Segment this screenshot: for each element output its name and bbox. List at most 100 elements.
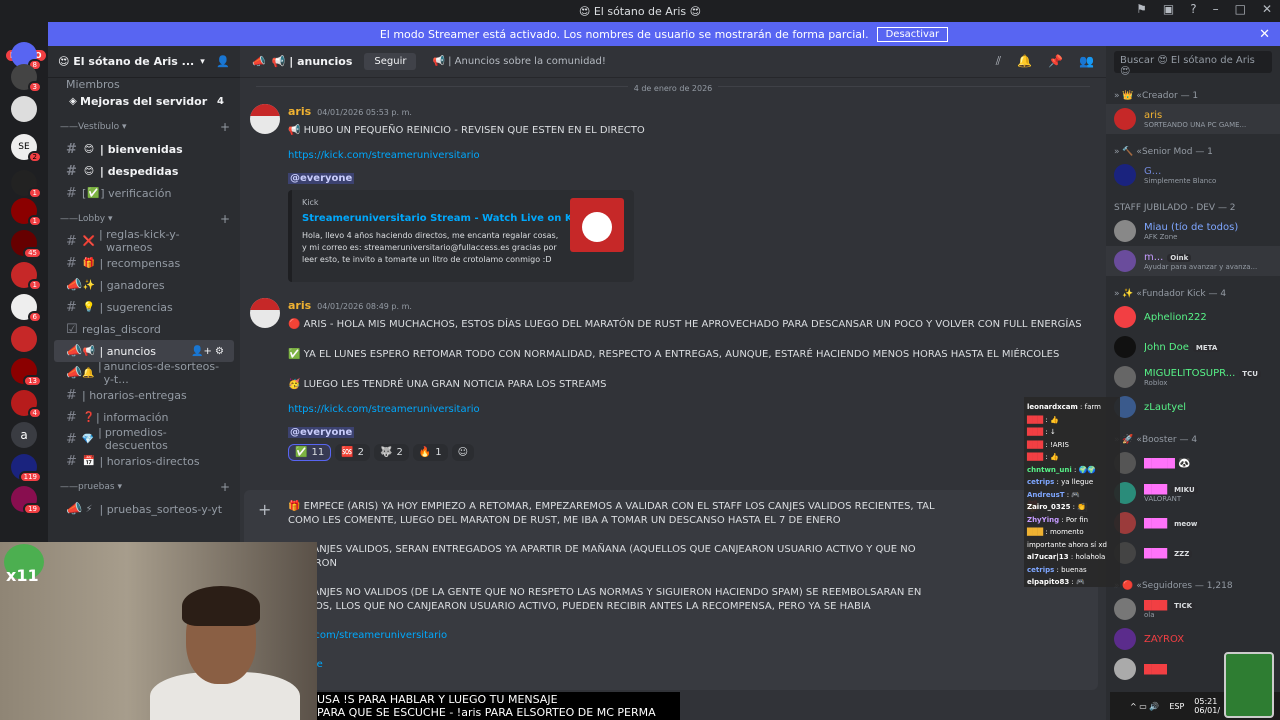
date-divider: 4 de enero de 2026 bbox=[256, 84, 1090, 101]
message-text: 🥳 LUEGO LES TENDRÉ UNA GRAN NOTICIA PARA… bbox=[288, 379, 607, 390]
member-item[interactable]: ███ ZZZ bbox=[1106, 538, 1280, 568]
close-window-button[interactable]: ✕ bbox=[1262, 2, 1272, 16]
channel-item[interactable]: #[✅] verificación bbox=[54, 182, 234, 204]
channel-item-active[interactable]: 📣 📢 | anuncios 👤+ ⚙ bbox=[54, 340, 234, 362]
server-icon[interactable]: 3 bbox=[11, 64, 42, 93]
server-icon[interactable]: 45 bbox=[11, 230, 42, 259]
server-icon[interactable]: 1 bbox=[11, 198, 42, 227]
server-icon[interactable]: 19 bbox=[11, 486, 42, 515]
language-indicator[interactable]: ESP bbox=[1169, 702, 1184, 711]
add-reaction-icon[interactable]: ☺ bbox=[451, 444, 475, 461]
member-item[interactable]: ███ meow bbox=[1106, 508, 1280, 538]
channel-item[interactable]: # | horarios-entregas bbox=[54, 384, 234, 406]
member-item[interactable]: ███ MIKU VALORANT bbox=[1106, 478, 1280, 508]
sidebar-item-boosts[interactable]: ◈ Mejoras del servidor 4 bbox=[54, 90, 234, 112]
channel-item[interactable]: # 😊 | despedidas bbox=[54, 160, 234, 182]
channel-item[interactable]: # 💡 | sugerencias bbox=[54, 296, 234, 318]
clock[interactable]: 05:21 06/01/ bbox=[1194, 697, 1220, 715]
follow-button[interactable]: Seguir bbox=[364, 53, 417, 70]
disable-streamer-button[interactable]: Desactivar bbox=[876, 26, 949, 42]
channel-item[interactable]: # 😊 | bienvenidas bbox=[54, 138, 234, 160]
channel-item[interactable]: 📣 ⚡ | pruebas_sorteos-y-yt bbox=[54, 498, 234, 520]
message-composer[interactable]: + 🎁 EMPECE (ARIS) YA HOY EMPIEZO A RETOM… bbox=[244, 490, 1098, 690]
category-vestibulo[interactable]: —— Vestíbulo ▾ + bbox=[48, 116, 240, 138]
embed-thumbnail[interactable] bbox=[570, 198, 624, 252]
channel-item[interactable]: # 🎁 | recompensas bbox=[54, 252, 234, 274]
avatar[interactable] bbox=[250, 104, 280, 134]
settings-icon[interactable]: 👤+ ⚙ bbox=[191, 346, 224, 357]
help-icon[interactable]: ? bbox=[1190, 2, 1196, 16]
member-item[interactable]: Miau (tío de todos) AFK Zone bbox=[1106, 216, 1280, 246]
avatar[interactable] bbox=[250, 298, 280, 328]
bell-icon[interactable]: 🔔 bbox=[1017, 54, 1032, 69]
invite-icon[interactable]: 👤 bbox=[216, 55, 230, 68]
channel-item[interactable]: 📣 ✨ | ganadores bbox=[54, 274, 234, 296]
server-icon[interactable] bbox=[11, 326, 37, 352]
reaction[interactable]: 🐺 2 bbox=[374, 444, 409, 461]
member-item[interactable]: m... Oink Ayudar para avanzar y avanza... bbox=[1106, 246, 1280, 276]
search-input[interactable]: Buscar 😍 El sótano de Aris 😍 bbox=[1114, 51, 1272, 77]
avatar bbox=[1114, 220, 1136, 242]
server-header[interactable]: 😍 El sótano de Aris ... ▾ 👤 bbox=[48, 46, 240, 78]
server-icon[interactable]: 6 bbox=[11, 294, 42, 323]
add-channel-icon[interactable]: + bbox=[220, 120, 230, 134]
maximize-button[interactable]: □ bbox=[1235, 2, 1246, 16]
reaction[interactable]: 🔥 1 bbox=[412, 444, 448, 461]
minimize-button[interactable]: – bbox=[1213, 2, 1219, 16]
threads-icon[interactable]: ⫽ bbox=[996, 54, 1001, 69]
channel-item[interactable]: ☑ reglas_discord bbox=[54, 318, 234, 340]
channel-topic: 📢 | Anuncios sobre la comunidad! bbox=[432, 56, 606, 67]
member-item[interactable]: ZAYROX bbox=[1106, 624, 1280, 654]
sidebar-item-members[interactable]: Miembros bbox=[54, 78, 234, 90]
channel-item[interactable]: # ❌ | reglas-kick-y-warneos bbox=[54, 228, 234, 254]
pin-icon[interactable]: 📌 bbox=[1048, 54, 1063, 69]
category-lobby[interactable]: —— Lobby ▾ + bbox=[48, 208, 240, 230]
everyone-mention[interactable]: @everyone bbox=[288, 173, 355, 184]
message-author[interactable]: aris bbox=[288, 299, 311, 312]
member-item[interactable]: Aphelion222 bbox=[1106, 302, 1280, 332]
avatar bbox=[1114, 250, 1136, 272]
reaction[interactable]: 🆘 2 bbox=[335, 444, 371, 461]
category-pruebas[interactable]: —— pruebas ▾ + bbox=[48, 476, 240, 498]
members-icon[interactable]: 👥 bbox=[1079, 54, 1094, 69]
server-icon[interactable]: 1 bbox=[11, 262, 42, 291]
add-channel-icon[interactable]: + bbox=[220, 480, 230, 494]
channel-item[interactable]: 📣 🔔 | anuncios-de-sorteos-y-t... bbox=[54, 360, 234, 386]
member-item[interactable]: John Doe META bbox=[1106, 332, 1280, 362]
member-item[interactable]: ████ 🐼 bbox=[1106, 448, 1280, 478]
composer-text[interactable]: 🎁 EMPECE (ARIS) YA HOY EMPIEZO A RETOMAR… bbox=[288, 500, 964, 687]
channel-item[interactable]: # 💎 | promedios-descuentos bbox=[54, 426, 234, 452]
server-icon[interactable]: a bbox=[11, 422, 37, 448]
hash-icon: # bbox=[66, 163, 77, 179]
chat-line: elpapito83 : 🎮 bbox=[1027, 578, 1085, 586]
chat-line: al7ucar|13 : holahola bbox=[1027, 553, 1106, 561]
inbox-icon[interactable]: ⚑ bbox=[1136, 2, 1147, 16]
member-item[interactable]: ███ TICK ola bbox=[1106, 594, 1280, 624]
everyone-mention[interactable]: @everyone bbox=[288, 427, 355, 438]
attach-plus-icon[interactable]: + bbox=[258, 500, 271, 519]
server-icon[interactable] bbox=[11, 96, 37, 122]
message-link[interactable]: https://kick.com/streameruniversitario bbox=[288, 150, 1088, 161]
search-bar: Buscar 😍 El sótano de Aris 😍 bbox=[1106, 46, 1280, 78]
server-icon[interactable]: 119 bbox=[11, 454, 42, 483]
member-item[interactable]: MIGUELITOSUPR... TCU Roblox bbox=[1106, 362, 1280, 392]
channel-item[interactable]: # ❓ | información bbox=[54, 406, 234, 428]
channel-item[interactable]: # 📅 | horarios-directos bbox=[54, 450, 234, 472]
chat-line: ███ : 👍 bbox=[1027, 415, 1059, 424]
megaphone-icon: 📣 bbox=[66, 343, 83, 359]
member-group-header: STAFF JUBILADO - DEV — 2 bbox=[1114, 203, 1236, 213]
server-icon[interactable]: SE 2 bbox=[11, 134, 42, 163]
add-channel-icon[interactable]: + bbox=[220, 212, 230, 226]
server-icon[interactable]: 13 bbox=[11, 358, 42, 387]
server-icon[interactable]: 1 bbox=[11, 170, 42, 199]
member-item[interactable]: G... Simplemente Blanco bbox=[1106, 160, 1280, 190]
screen-icon[interactable]: ▣ bbox=[1163, 2, 1174, 16]
reaction[interactable]: ✅ 11 bbox=[288, 444, 332, 461]
tray-icons[interactable]: ^ ▭ 🔊 bbox=[1130, 702, 1159, 711]
message-link[interactable]: https://kick.com/streameruniversitario bbox=[288, 404, 1088, 415]
member-item[interactable]: zLautyel bbox=[1106, 392, 1280, 422]
message-author[interactable]: aris bbox=[288, 105, 311, 118]
server-icon[interactable]: 4 bbox=[11, 390, 42, 419]
close-banner-icon[interactable]: ✕ bbox=[1259, 27, 1270, 42]
member-item[interactable]: aris SORTEANDO UNA PC GAME... bbox=[1106, 104, 1280, 134]
